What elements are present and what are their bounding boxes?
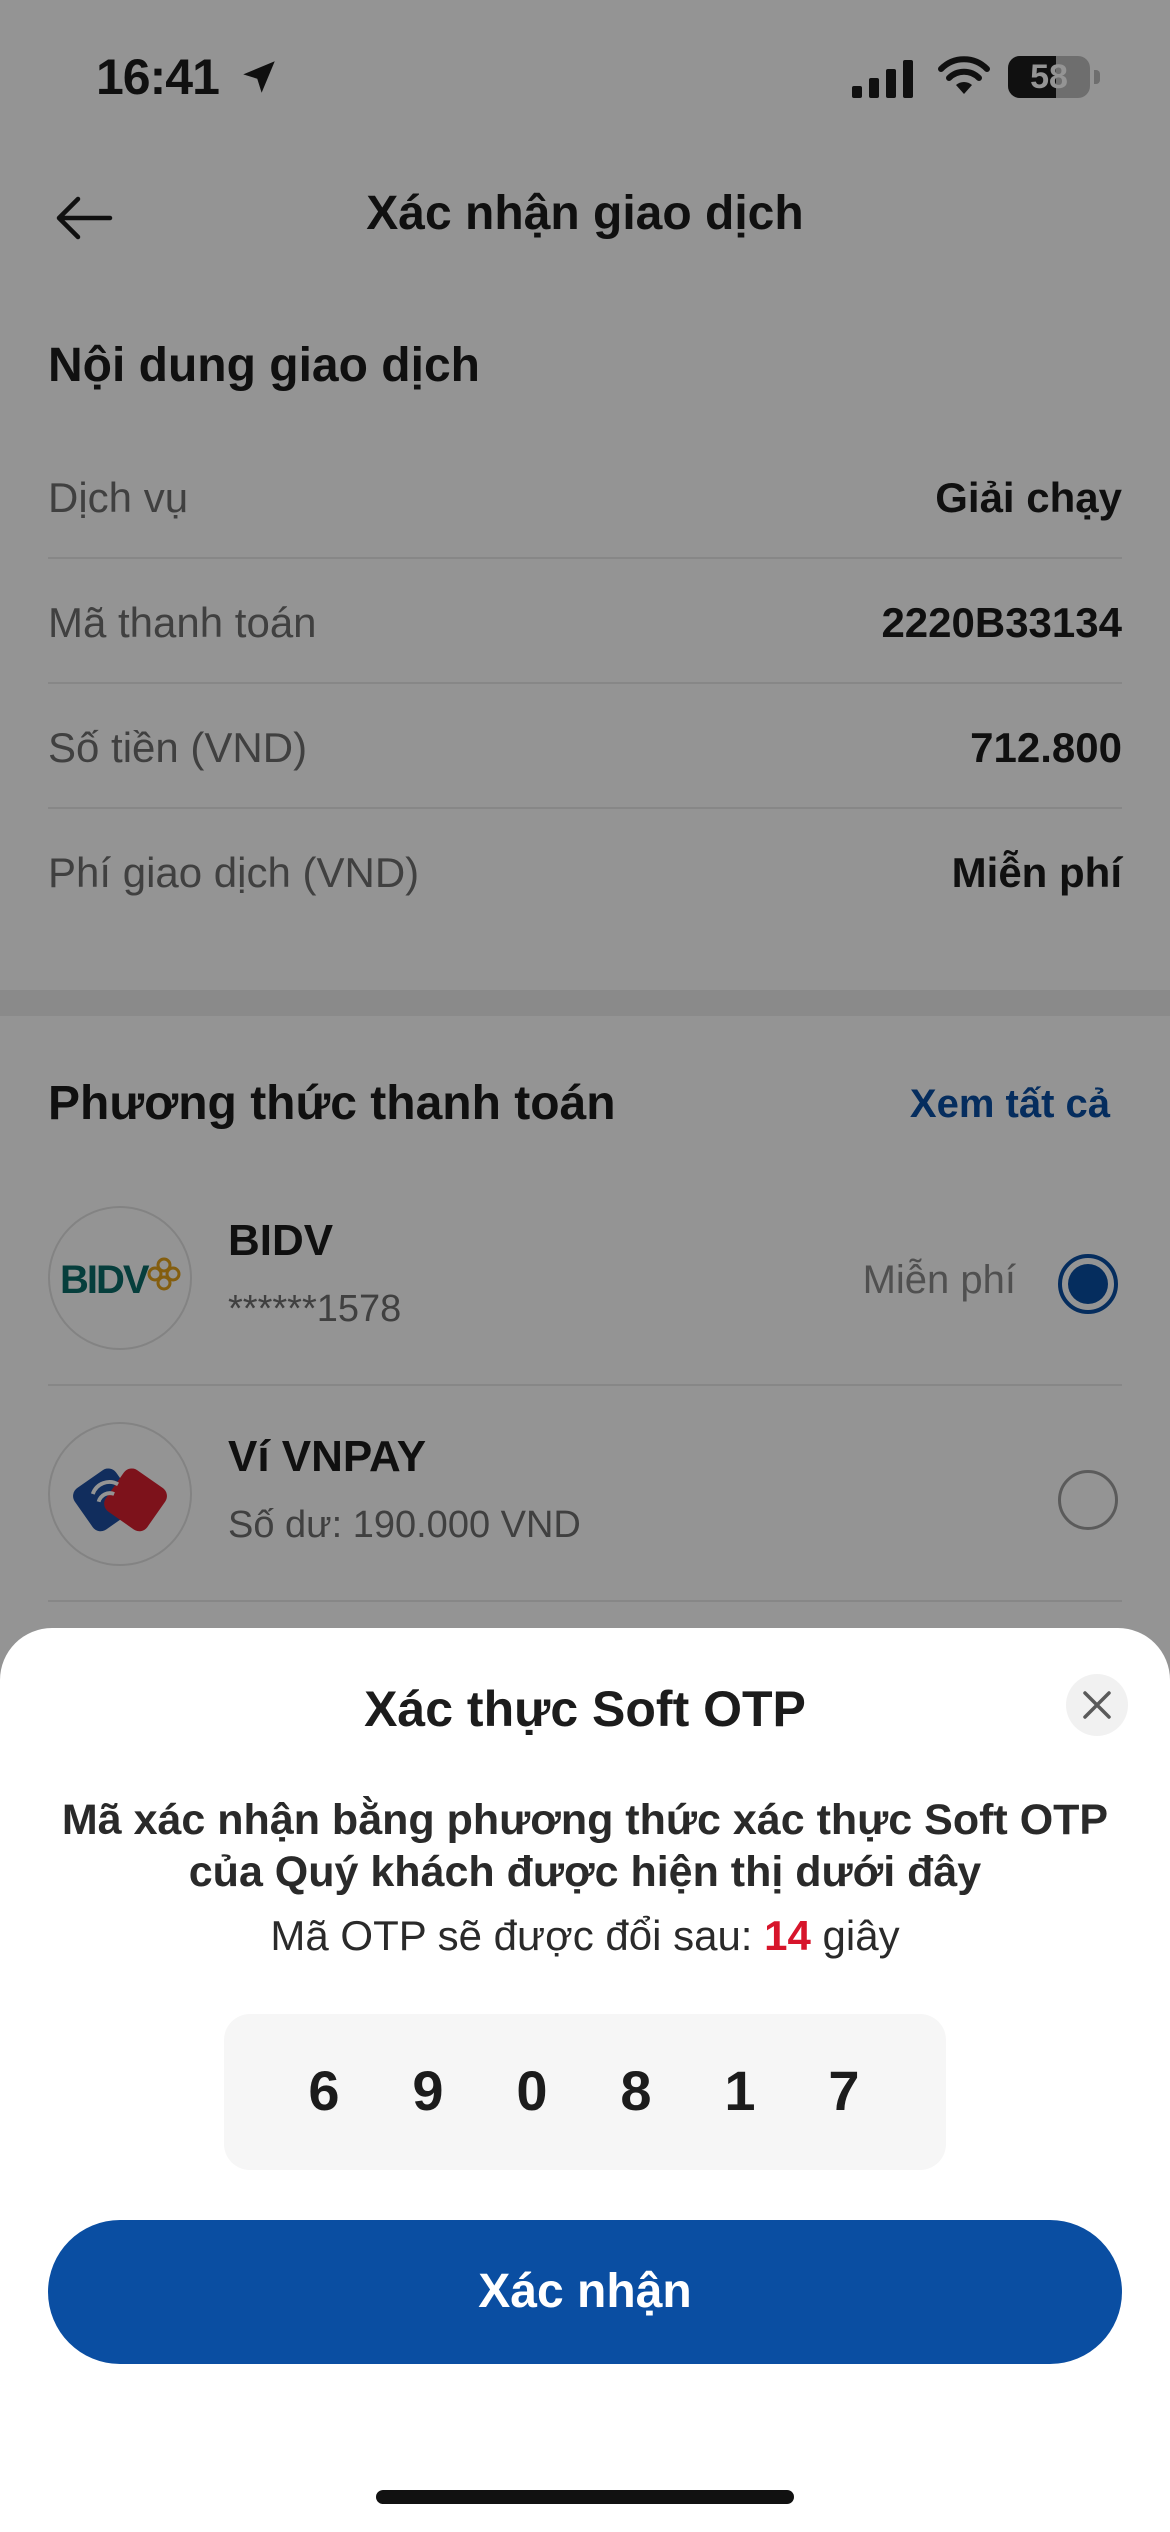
otp-description: Mã xác nhận bằng phương thức xác thực So… xyxy=(61,1796,1109,1896)
home-indicator[interactable] xyxy=(376,2490,794,2504)
soft-otp-sheet: Xác thực Soft OTP Mã xác nhận bằng phươn… xyxy=(0,1628,1170,2532)
close-icon xyxy=(1083,1691,1111,1719)
otp-digit: 1 xyxy=(724,2059,756,2122)
countdown-prefix: Mã OTP sẽ được đổi sau: xyxy=(270,1912,753,1959)
sheet-title: Xác thực Soft OTP xyxy=(364,1681,806,1737)
countdown-unit: giây xyxy=(822,1912,900,1959)
transaction-confirm-screen: 16:41 58 Xác nhận giao dịch Nội dung gia… xyxy=(0,0,1170,2532)
confirm-button[interactable]: Xác nhận xyxy=(48,2220,1122,2364)
otp-digit: 7 xyxy=(828,2059,860,2122)
otp-countdown: Mã OTP sẽ được đổi sau: 14 giây xyxy=(0,1912,1170,1960)
otp-digit: 8 xyxy=(620,2059,652,2122)
close-button[interactable] xyxy=(1066,1674,1128,1736)
otp-digit: 6 xyxy=(308,2059,340,2122)
countdown-seconds: 14 xyxy=(764,1912,811,1959)
otp-code-box: 6 9 0 8 1 7 xyxy=(224,2014,946,2170)
otp-digit: 0 xyxy=(516,2059,548,2122)
otp-digit: 9 xyxy=(412,2059,444,2122)
